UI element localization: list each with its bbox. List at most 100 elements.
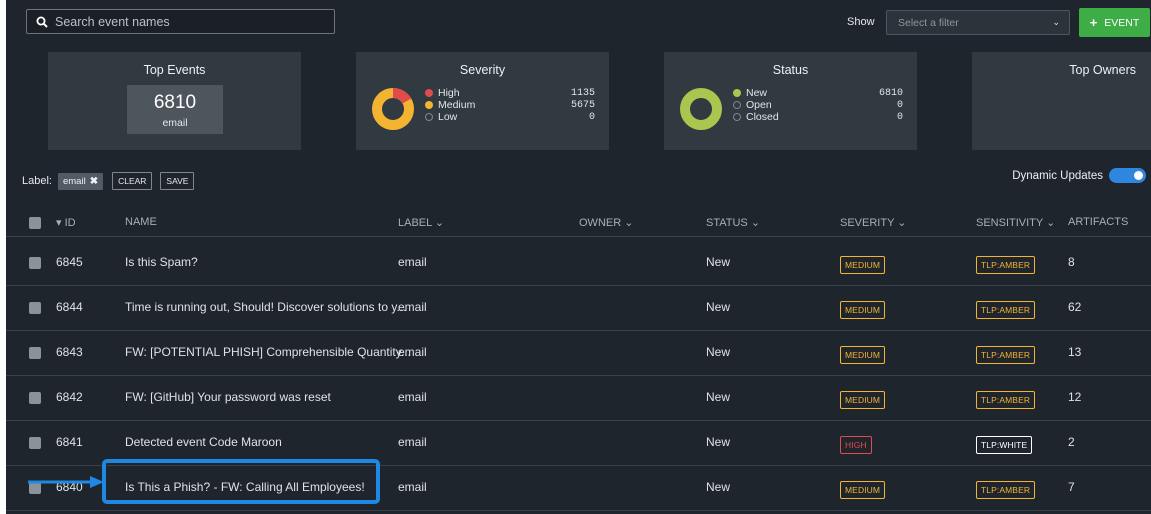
row-name[interactable]: FW: [GitHub] Your password was reset (125, 390, 331, 404)
dynamic-updates-toggle[interactable] (1109, 168, 1146, 183)
row-artifacts: 62 (1068, 300, 1082, 314)
severity-medium-value: 5675 (570, 99, 595, 111)
row-artifacts: 12 (1068, 390, 1082, 404)
status-closed-dot (733, 113, 741, 121)
row-artifacts: 7 (1068, 480, 1075, 494)
row-name[interactable]: Time is running out, Should! Discover so… (125, 300, 406, 314)
row-status: New (706, 390, 731, 404)
row-artifacts: 2 (1068, 435, 1075, 449)
severity-badge: MEDIUM (840, 481, 886, 499)
row-checkbox[interactable] (29, 392, 41, 404)
dynamic-updates: Dynamic Updates (1012, 168, 1146, 183)
save-button[interactable]: SAVE (160, 172, 195, 190)
status-donut[interactable] (679, 87, 723, 131)
status-open-dot (733, 101, 741, 109)
row-status: New (706, 435, 731, 449)
close-icon[interactable]: ✖ (90, 176, 98, 187)
sensitivity-badge: TLP:AMBER (976, 391, 1036, 409)
severity-badge: MEDIUM (840, 256, 886, 274)
filter-placeholder: Select a filter (898, 16, 959, 29)
row-id: 6842 (56, 390, 83, 404)
search-icon (36, 16, 48, 28)
add-event-label: EVENT (1104, 16, 1140, 29)
severity-badge: MEDIUM (840, 391, 886, 409)
column-header-status[interactable]: STATUS ⌄ (706, 216, 760, 229)
status-open-value: 0 (896, 99, 903, 111)
annotation-arrow-icon (28, 476, 104, 488)
label-chip-email[interactable]: email ✖ (57, 172, 104, 190)
row-name[interactable]: Detected event Code Maroon (125, 435, 282, 449)
status-closed-label: Closed (746, 111, 779, 123)
sensitivity-badge: TLP:AMBER (976, 301, 1036, 319)
chevron-down-icon: ⌄ (1052, 17, 1060, 27)
status-new-label: New (746, 87, 768, 99)
annotation-highlight-box (102, 459, 380, 504)
clear-button[interactable]: CLEAR (112, 172, 153, 190)
top-owners-card: Top Owners (972, 52, 1151, 150)
status-legend: New 6810 Open 0 Closed 0 (733, 87, 903, 123)
row-label: email (398, 480, 427, 494)
toggle-knob (1134, 171, 1143, 180)
severity-badge: HIGH (840, 436, 872, 454)
severity-high-dot (425, 89, 433, 97)
row-name[interactable]: Is this Spam? (125, 255, 198, 269)
table-row[interactable]: 6844 Time is running out, Should! Discov… (6, 286, 1151, 331)
column-header-name[interactable]: NAME (125, 216, 157, 228)
add-event-button[interactable]: + EVENT (1079, 8, 1150, 37)
search-box[interactable] (26, 9, 335, 34)
severity-card: Severity High 1135 Medium 5675 Low 0 (356, 52, 609, 150)
row-checkbox[interactable] (29, 437, 41, 449)
severity-badge: MEDIUM (840, 346, 886, 364)
severity-low-value: 0 (588, 111, 595, 123)
events-app: Show Select a filter ⌄ + EVENT Top Event… (6, 0, 1151, 514)
row-label: email (398, 300, 427, 314)
table-row[interactable]: 6845 Is this Spam? email New MEDIUM TLP:… (6, 241, 1151, 286)
table-header: ▾ ID NAME LABEL ⌄ OWNER ⌄ STATUS ⌄ SEVER… (6, 208, 1151, 237)
row-checkbox[interactable] (29, 257, 41, 269)
severity-legend-low[interactable]: Low 0 (425, 111, 595, 123)
severity-legend-medium[interactable]: Medium 5675 (425, 99, 595, 111)
severity-legend-high[interactable]: High 1135 (425, 87, 595, 99)
top-event-item[interactable]: 6810 email (127, 85, 223, 134)
status-title: Status (772, 63, 809, 77)
column-header-label[interactable]: LABEL ⌄ (398, 216, 444, 229)
table-row[interactable]: 6842 FW: [GitHub] Your password was rese… (6, 376, 1151, 421)
row-checkbox[interactable] (29, 347, 41, 359)
column-header-artifacts: ARTIFACTS (1068, 216, 1129, 228)
filter-select[interactable]: Select a filter ⌄ (886, 10, 1070, 35)
severity-donut[interactable] (371, 87, 415, 131)
select-all-checkbox[interactable] (29, 217, 41, 229)
row-id: 6843 (56, 345, 83, 359)
status-legend-closed[interactable]: Closed 0 (733, 111, 903, 123)
status-legend-open[interactable]: Open 0 (733, 99, 903, 111)
column-header-sensitivity[interactable]: SENSITIVITY ⌄ (976, 216, 1055, 229)
sensitivity-badge: TLP:AMBER (976, 256, 1036, 274)
row-artifacts: 13 (1068, 345, 1082, 359)
sensitivity-badge: TLP:WHITE (976, 436, 1033, 454)
status-legend-new[interactable]: New 6810 (733, 87, 903, 99)
dynamic-updates-label: Dynamic Updates (1012, 169, 1103, 182)
row-label: email (398, 255, 427, 269)
row-name[interactable]: FW: [POTENTIAL PHISH] Comprehensible Qua… (125, 345, 411, 359)
top-events-card: Top Events 6810 email (48, 52, 301, 150)
top-event-count: 6810 (153, 92, 197, 113)
search-input[interactable] (55, 14, 325, 29)
row-label: email (398, 390, 427, 404)
column-header-id[interactable]: ▾ ID (56, 216, 76, 229)
top-event-name: email (162, 117, 188, 129)
severity-title: Severity (459, 63, 506, 77)
row-checkbox[interactable] (29, 302, 41, 314)
severity-medium-label: Medium (438, 99, 476, 111)
column-header-owner[interactable]: OWNER ⌄ (579, 216, 633, 229)
row-label: email (398, 345, 427, 359)
row-status: New (706, 480, 731, 494)
status-new-dot (733, 89, 741, 97)
severity-legend: High 1135 Medium 5675 Low 0 (425, 87, 595, 123)
column-header-severity[interactable]: SEVERITY ⌄ (840, 216, 906, 229)
label-chip-text: email (62, 175, 86, 187)
row-status: New (706, 345, 731, 359)
table-row[interactable]: 6843 FW: [POTENTIAL PHISH] Comprehensibl… (6, 331, 1151, 376)
label-filter-label: Label: (22, 175, 52, 187)
severity-high-label: High (438, 87, 460, 99)
label-filter-bar: Label: email ✖ CLEAR SAVE (22, 172, 195, 190)
